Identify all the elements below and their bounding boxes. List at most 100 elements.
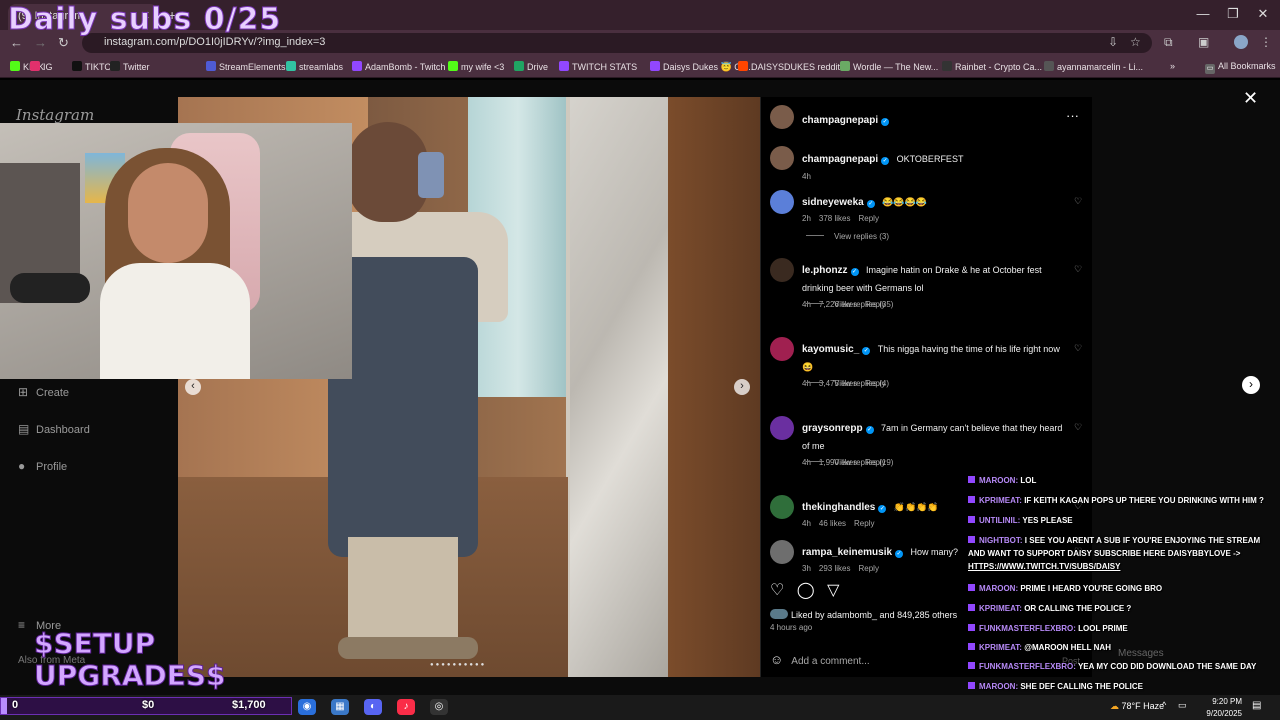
comment-like-icon[interactable]: ♡ [1074,422,1082,433]
verified-icon: ✓ [850,268,859,276]
bookmark-item[interactable]: StreamElements [206,61,286,72]
comment-likes[interactable]: 293 likes [819,564,851,573]
sidebar-item-dashboard[interactable]: ▤ Dashboard [18,422,90,436]
all-bookmarks[interactable]: ▭ All Bookmarks [1205,61,1276,74]
bookmark-item[interactable]: ayannamarcelin - Li... [1044,61,1143,72]
comment-username[interactable]: rampa_keinemusik [802,547,892,558]
comment-text: How many? [910,547,959,557]
file-explorer-icon[interactable]: ▦ [331,699,349,715]
bookmark-item[interactable]: Wordle — The New... [840,61,938,72]
bookmark-item[interactable]: Twitter [110,61,150,72]
discord-icon[interactable]: ◐ [364,699,382,715]
comment-likes[interactable]: 378 likes [819,214,851,223]
comment-reply-button[interactable]: Reply [858,214,878,223]
chat-username: NIGHTBOT: [979,536,1023,545]
instagram-logo[interactable]: Instagram [16,106,94,124]
comment-item: sidneyeweka ✓ 😂😂😂😂 2h 378 likes Reply [802,192,1064,223]
bookmark-item[interactable]: DAISYSDUKES reddit [738,61,840,72]
more-options-icon[interactable]: ··· [1066,108,1079,123]
view-replies-button[interactable]: View replies (19) [806,458,893,467]
forward-icon[interactable]: → [34,35,47,50]
back-icon[interactable]: ← [10,35,23,50]
network-icon[interactable]: ▭ [1178,700,1187,711]
bookmark-item[interactable]: streamlabs [286,61,343,72]
like-icon[interactable]: ♡ [770,582,784,599]
comment-avatar[interactable] [770,337,794,361]
comment-username[interactable]: thekinghandles [802,502,875,513]
reload-icon[interactable]: ↻ [58,35,69,51]
comment-reply-button[interactable]: Reply [854,519,874,528]
weather-widget[interactable]: ☁ 78°F Haze [1110,701,1164,712]
tray-chevron-icon[interactable]: ^ [1162,700,1166,710]
comment-icon[interactable]: ◯ [797,582,815,599]
minimize-icon[interactable]: — [1188,6,1218,21]
comment-reply-button[interactable]: Reply [858,564,878,573]
comment-avatar[interactable] [770,540,794,564]
comment-username[interactable]: sidneyeweka [802,197,864,208]
comment-like-icon[interactable]: ♡ [1074,343,1082,354]
post-author[interactable]: champagnepapi ✓ [802,110,892,128]
chat-message: KPRIMEAT: @MAROON HELL NAH [968,641,1268,654]
view-replies-button[interactable]: View replies (4) [806,379,889,388]
view-replies-button[interactable]: View replies (35) [806,300,893,309]
bookmark-item[interactable]: TWITCH STATS [559,61,637,72]
restore-icon[interactable]: ❐ [1218,6,1248,22]
sidebar-item-profile[interactable]: ● Profile [18,459,67,473]
comment-likes[interactable]: 46 likes [819,519,846,528]
bookmark-star-icon[interactable]: ☆ [1130,35,1141,49]
caption-author[interactable]: champagnepapi [802,154,878,165]
profile-avatar[interactable] [1234,35,1248,49]
comment-username[interactable]: graysonrepp [802,423,863,434]
post-author-avatar[interactable] [770,105,794,129]
sidebar-label: Dashboard [36,424,90,436]
comment-like-icon[interactable]: ♡ [1074,196,1082,207]
caption-avatar[interactable] [770,146,794,170]
next-post-icon[interactable]: › [1242,376,1260,394]
emoji-icon[interactable]: ☺ [770,652,783,667]
bookmark-favicon-icon [840,61,850,71]
notifications-icon[interactable]: ▤ [1252,700,1261,711]
comment-avatar[interactable] [770,258,794,282]
comment-text: 👏👏👏👏 [893,502,939,512]
share-icon[interactable]: ▽ [827,582,839,599]
chrome-app-icon[interactable]: ◉ [298,699,316,715]
chat-link[interactable]: HTTPS://WWW.TWITCH.TV/SUBS/DAISY [968,562,1120,571]
view-replies-button[interactable]: View replies (3) [806,232,889,241]
bookmark-item[interactable]: IG [30,61,53,72]
music-app-icon[interactable]: ♪ [397,699,415,715]
bookmark-item[interactable]: AdamBomb - Twitch [352,61,445,72]
chat-username: UNTILINIL: [979,516,1021,525]
close-modal-icon[interactable]: ✕ [1243,88,1258,109]
comment-like-icon[interactable]: ♡ [1074,264,1082,275]
comment-username[interactable]: le.phonzz [802,265,848,276]
menu-kebab-icon[interactable]: ⋮ [1260,35,1272,49]
bookmark-label: AdamBomb - Twitch [365,62,446,72]
chat-username: FUNKMASTERFLEXBRO: [979,624,1076,633]
chat-username: KPRIMEAT: [979,643,1022,652]
comment-username[interactable]: kayomusic_ [802,344,859,355]
cam-streamer-torso [100,263,250,379]
bookmark-item[interactable]: Rainbet - Crypto Ca... [942,61,1042,72]
bookmark-item[interactable]: Drive [514,61,548,72]
comment-avatar[interactable] [770,495,794,519]
sidebar-item-create[interactable]: ⊞ Create [18,385,69,399]
sidebar-label: Create [36,387,70,399]
post-author-name[interactable]: champagnepapi [802,115,878,126]
photo-prev-icon[interactable]: ‹ [185,379,201,395]
side-panel-icon[interactable]: ▣ [1198,35,1209,49]
system-clock[interactable]: 9:20 PM 9/20/2025 [1198,696,1242,720]
comment-avatar[interactable] [770,416,794,440]
chat-username: KPRIMEAT: [979,604,1022,613]
add-comment-input[interactable]: ☺ Add a comment... [770,652,870,667]
photo-next-icon[interactable]: › [734,379,750,395]
comment-avatar[interactable] [770,190,794,214]
bookmarks-overflow-icon[interactable]: » [1170,61,1175,71]
liked-by[interactable]: Liked by adambomb_ and 849,285 others [770,609,957,620]
install-app-icon[interactable]: ⇩ [1108,35,1118,49]
bookmark-item[interactable]: my wife <3 [448,61,504,72]
close-window-icon[interactable]: ✕ [1248,6,1278,22]
chat-username: FUNKMASTERFLEXBRO: [979,662,1076,671]
plus-icon: ⊞ [18,385,29,399]
extensions-icon[interactable]: ⧉ [1164,35,1173,50]
obs-icon[interactable]: ◎ [430,699,448,715]
